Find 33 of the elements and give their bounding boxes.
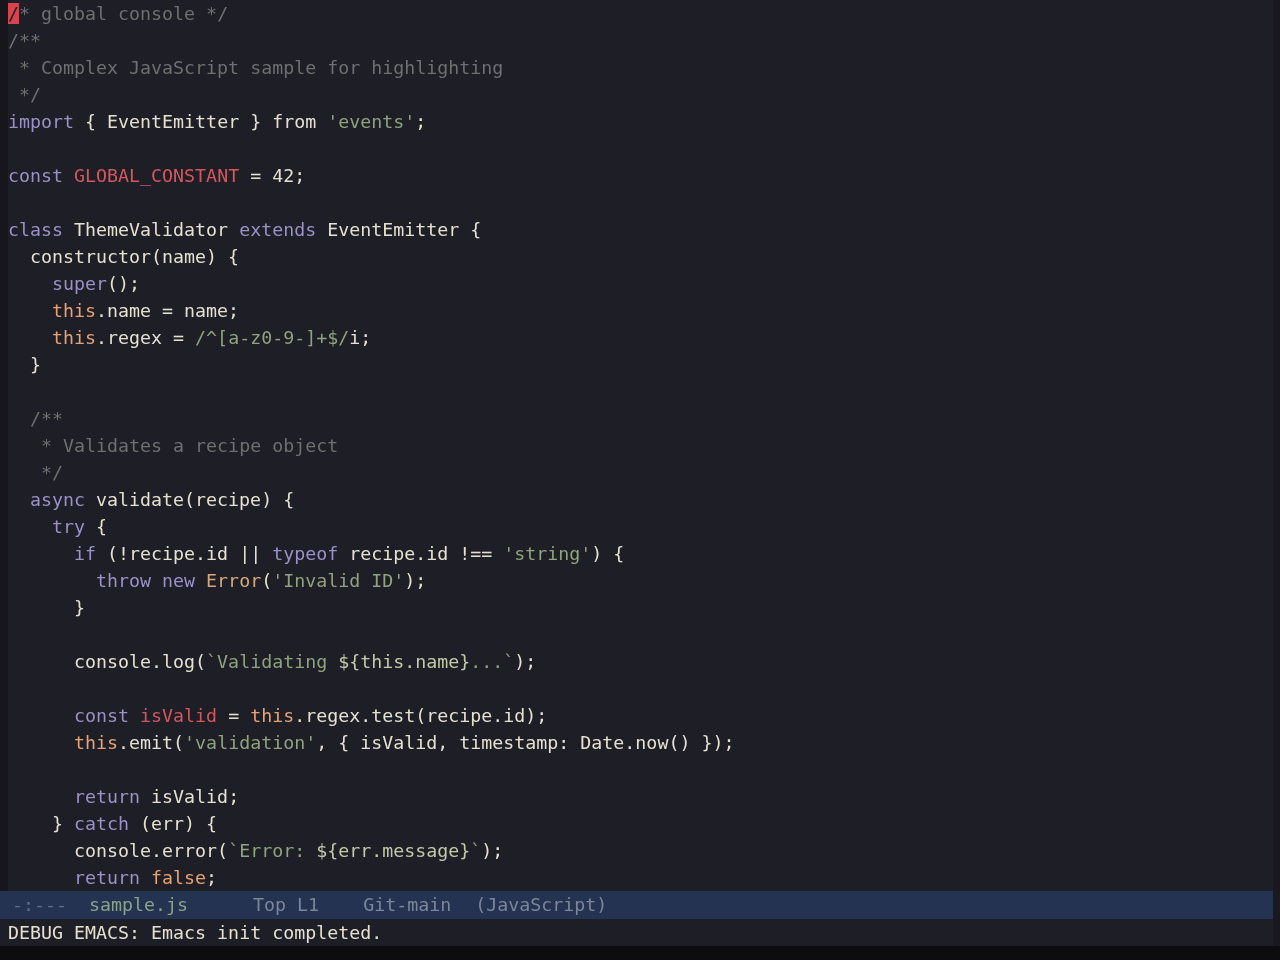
git-branch: Git-main [363, 893, 452, 918]
code-line: const GLOBAL_CONSTANT = 42; [8, 164, 306, 188]
code-line: } catch (err) { [52, 812, 218, 836]
code-line: } [30, 353, 41, 377]
code-line: super(); [52, 272, 141, 296]
code-line: class ThemeValidator extends EventEmitter { [8, 218, 482, 242]
code-line: constructor(name) { [30, 245, 240, 269]
code-line: console.log(`Validating ${this.name}...`); [74, 650, 537, 674]
code-line: /** [30, 407, 64, 431]
code-line: import { EventEmitter } from 'events'; [8, 110, 427, 134]
code-line: /** [8, 29, 42, 53]
code-line: */ [19, 83, 41, 107]
code-line: */ [41, 461, 64, 485]
echo-message: DEBUG EMACS: Emacs init completed. [8, 920, 383, 945]
code-line: * Complex JavaScript sample for highlighting [19, 56, 504, 80]
scroll-position: Top L1 [253, 893, 320, 918]
code-line: if (!recipe.id || typeof recipe.id !== 'string') { [74, 542, 625, 566]
code-line: try { [52, 515, 108, 539]
major-mode: (JavaScript) [475, 893, 608, 918]
code-line: /* global console */ [8, 2, 229, 26]
code-line: const isValid = this.regex.test(recipe.id); [74, 704, 548, 728]
code-line: async validate(recipe) { [30, 488, 295, 512]
code-line: this.emit('validation', { isValid, timestamp: Date.now() }); [74, 731, 735, 755]
code-line: * Validates a recipe object [41, 434, 339, 458]
buffer-name: sample.js [89, 893, 189, 918]
code-line: return false; [74, 866, 218, 890]
code-line: } [74, 596, 86, 620]
code-line: console.error(`Error: ${err.message}`); [74, 839, 504, 863]
code-line: this.name = name; [52, 299, 240, 323]
code-line: this.regex = /^[a-z0-9-]+$/i; [52, 326, 372, 350]
code-line: return isValid; [74, 785, 240, 809]
code-line: throw new Error('Invalid ID'); [96, 569, 427, 593]
buffer-status: -:--- [12, 893, 68, 918]
